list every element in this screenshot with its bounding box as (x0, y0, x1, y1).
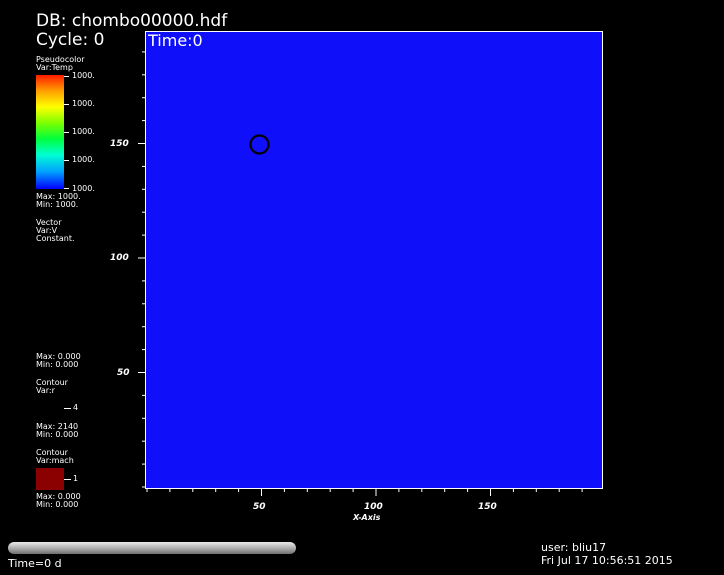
y-tick-label: 150 (110, 139, 129, 149)
user-label: user: bliu17 (541, 541, 607, 554)
x-axis-title: X-Axis (353, 513, 381, 522)
axes-overlay (138, 51, 583, 496)
y-tick-label: 50 (117, 368, 130, 378)
x-tick-label: 150 (478, 502, 497, 512)
time-slider[interactable] (8, 542, 296, 554)
x-tick-label: 50 (253, 502, 266, 512)
contour-circle (249, 134, 270, 155)
time-slider-label: Time=0 d (8, 557, 62, 570)
date-label: Fri Jul 17 10:56:51 2015 (541, 554, 673, 567)
x-tick-label: 100 (364, 502, 383, 512)
x-axis-ticks (146, 489, 583, 496)
y-axis-ticks (138, 51, 145, 488)
y-tick-label: 100 (110, 253, 129, 263)
